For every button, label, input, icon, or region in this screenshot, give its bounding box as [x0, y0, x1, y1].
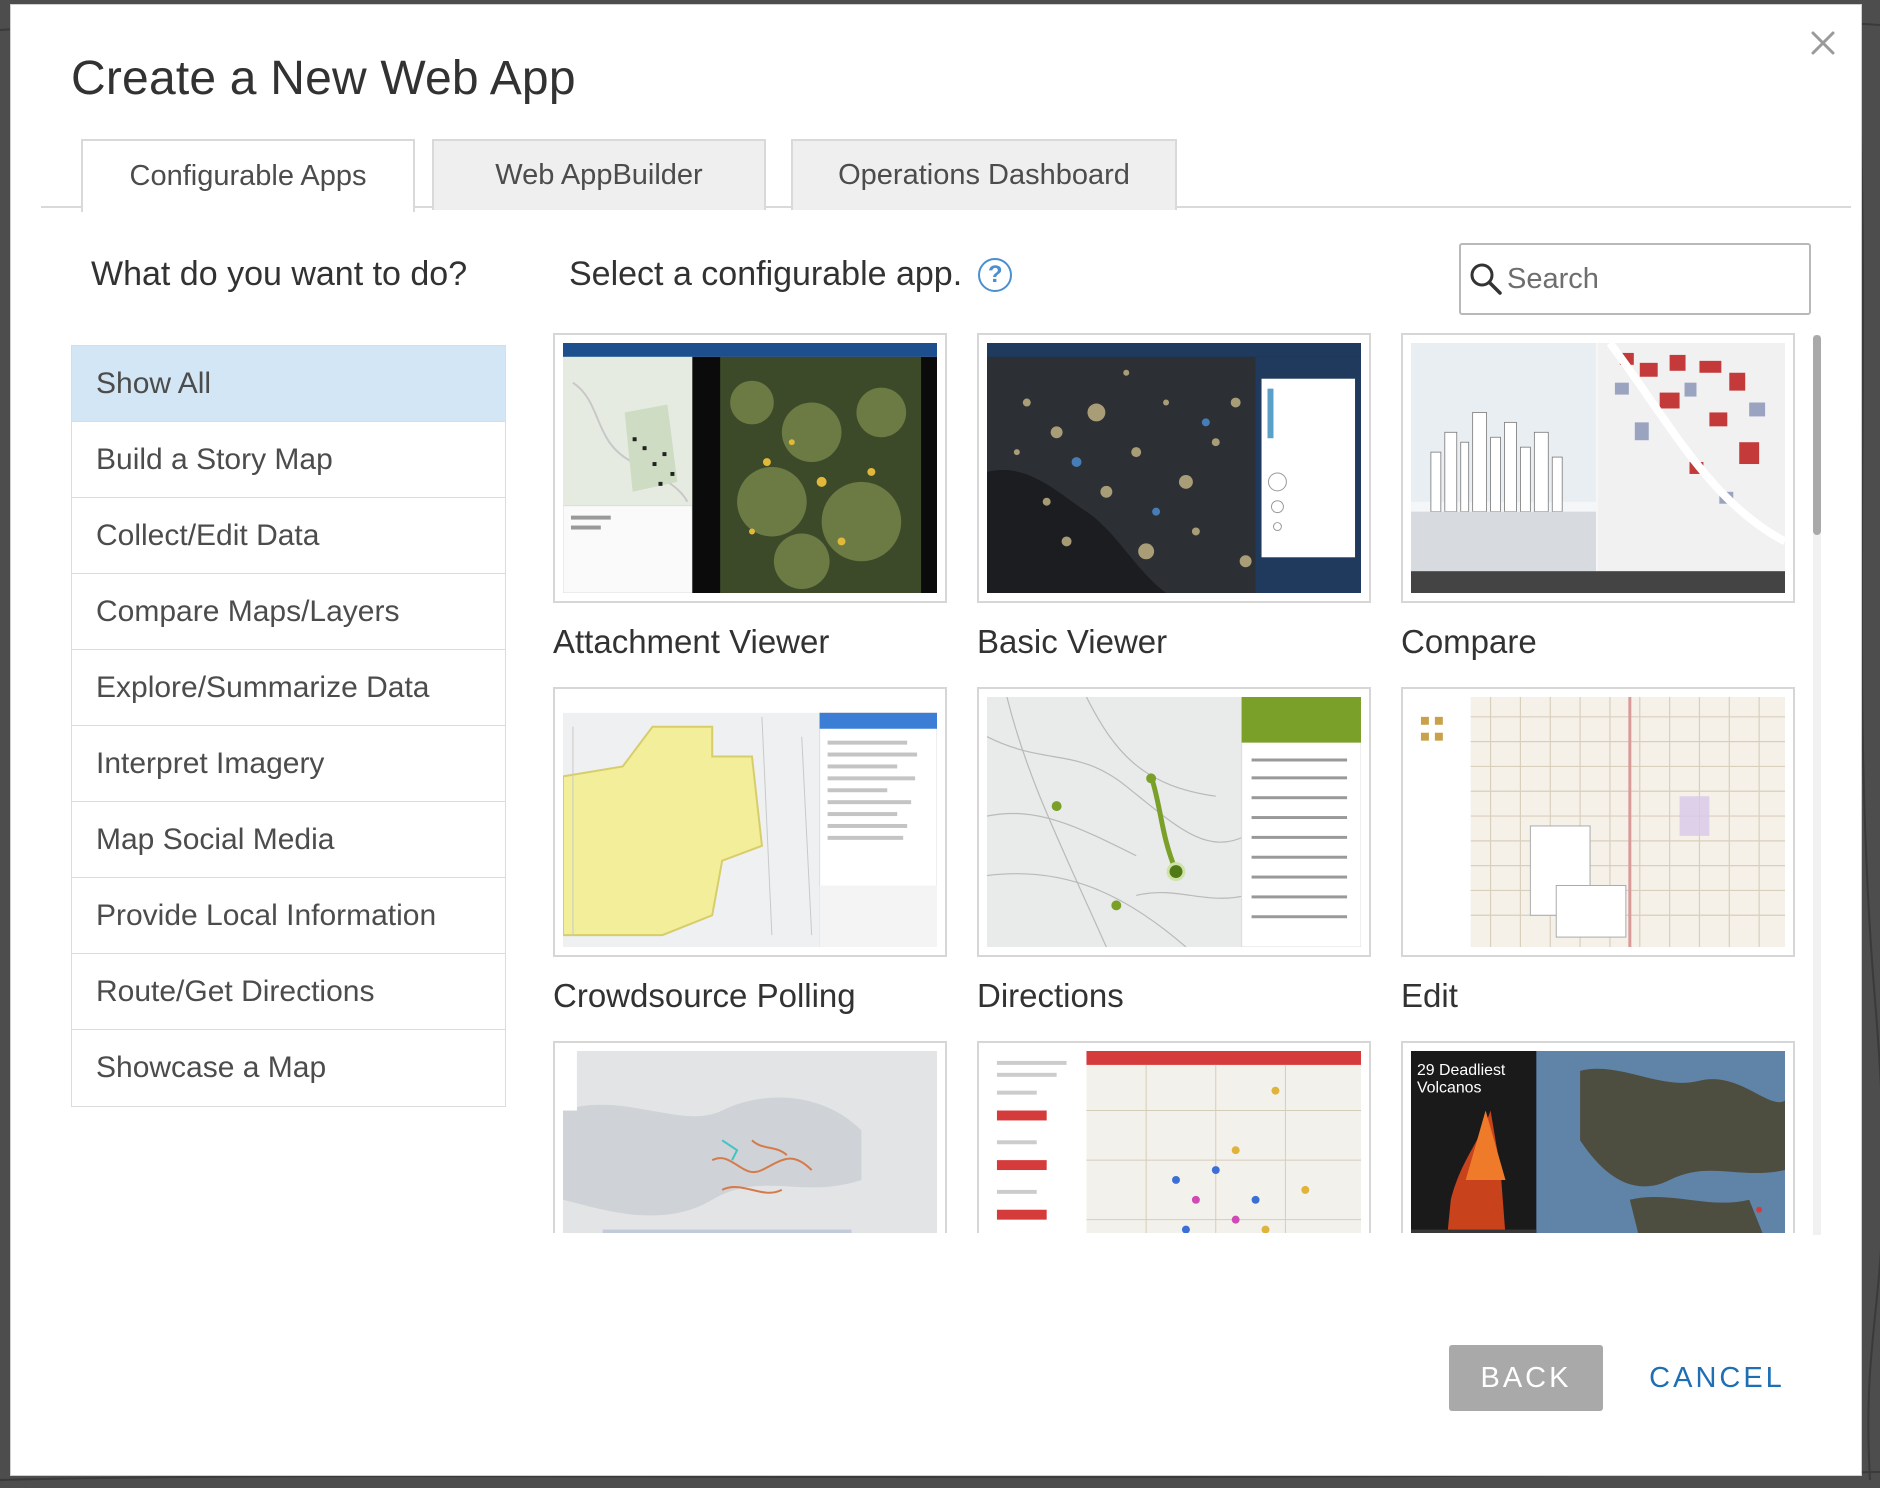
back-button[interactable]: BACK: [1449, 1345, 1603, 1411]
tab-operations-dashboard[interactable]: Operations Dashboard: [791, 139, 1177, 210]
basic-viewer-preview: [987, 343, 1361, 593]
cancel-button[interactable]: CANCEL: [1647, 1345, 1787, 1411]
right-heading: Select a configurable app.: [569, 255, 963, 293]
search-icon: [1470, 263, 1502, 295]
app-card-compare[interactable]: Compare: [1401, 333, 1795, 661]
right-heading-row: Select a configurable app. ?: [569, 255, 1013, 294]
app-card-label: Compare: [1401, 623, 1537, 660]
app-card-basic-viewer[interactable]: Basic Viewer: [977, 333, 1371, 661]
search-box[interactable]: [1459, 243, 1811, 315]
app-card-label: Edit: [1401, 977, 1458, 1014]
app-card-directions[interactable]: Directions: [977, 687, 1371, 1015]
category-list: Show All Build a Story Map Collect/Edit …: [71, 345, 506, 1107]
category-show-all[interactable]: Show All: [72, 346, 505, 422]
app-card-row3-1[interactable]: [553, 1041, 947, 1233]
help-icon[interactable]: ?: [978, 257, 1013, 292]
app-thumbnail: [553, 333, 947, 603]
app-card-label: Basic Viewer: [977, 623, 1168, 660]
dialog-title: Create a New Web App: [71, 52, 576, 105]
attachment-viewer-preview: [562, 343, 937, 594]
category-provide-local-information[interactable]: Provide Local Information: [72, 878, 505, 954]
app-card-attachment-viewer[interactable]: Attachment Viewer: [553, 333, 947, 661]
tab-web-appbuilder[interactable]: Web AppBuilder: [432, 139, 766, 210]
app-thumbnail: [1401, 333, 1795, 603]
app-preview-3-2: [987, 1051, 1361, 1233]
category-collect-edit-data[interactable]: Collect/Edit Data: [72, 498, 505, 574]
app-card-label: Crowdsource Polling: [553, 977, 856, 1014]
app-card-label: Attachment Viewer: [553, 623, 830, 660]
close-icon[interactable]: [1803, 23, 1843, 63]
app-thumbnail: [977, 687, 1371, 957]
app-gallery: Attachment Viewer Basic Viewer Compare C…: [551, 333, 1821, 1233]
app-card-edit[interactable]: Edit: [1401, 687, 1795, 1015]
search-input[interactable]: [1507, 262, 1797, 296]
scrollbar-thumb[interactable]: [1813, 335, 1821, 535]
category-build-story-map[interactable]: Build a Story Map: [72, 422, 505, 498]
app-card-row3-2[interactable]: [977, 1041, 1371, 1233]
compare-preview: [1411, 340, 1787, 593]
app-card-row3-3[interactable]: 29 Deadliest Volcanos: [1401, 1041, 1795, 1233]
category-map-social-media[interactable]: Map Social Media: [72, 802, 505, 878]
category-route-get-directions[interactable]: Route/Get Directions: [72, 954, 505, 1030]
tab-bar: Configurable Apps Web AppBuilder Operati…: [41, 135, 1851, 212]
category-compare-maps-layers[interactable]: Compare Maps/Layers: [72, 574, 505, 650]
category-interpret-imagery[interactable]: Interpret Imagery: [72, 726, 505, 802]
create-web-app-dialog: Create a New Web App Configurable Apps W…: [10, 4, 1862, 1476]
app-preview-3-3: 29 Deadliest Volcanos: [1411, 1051, 1785, 1233]
app-card-label: Directions: [977, 977, 1124, 1014]
app-thumbnail: [977, 333, 1371, 603]
directions-preview: [986, 696, 1362, 948]
crowdsource-polling-preview: [562, 697, 938, 948]
app-thumbnail: [1401, 687, 1795, 957]
app-thumbnail: [553, 1041, 947, 1233]
app-thumbnail: [553, 687, 947, 957]
app-thumbnail: 29 Deadliest Volcanos: [1401, 1041, 1795, 1233]
edit-preview: [1411, 697, 1785, 947]
app-thumbnail: [977, 1041, 1371, 1233]
left-heading: What do you want to do?: [91, 255, 468, 293]
category-explore-summarize-data[interactable]: Explore/Summarize Data: [72, 650, 505, 726]
app-card-crowdsource-polling[interactable]: Crowdsource Polling: [553, 687, 947, 1015]
category-showcase-a-map[interactable]: Showcase a Map: [72, 1030, 505, 1106]
gallery-scrollbar[interactable]: [1813, 335, 1821, 1235]
tab-configurable-apps[interactable]: Configurable Apps: [81, 139, 415, 212]
app-preview-3-1: [563, 1051, 937, 1233]
